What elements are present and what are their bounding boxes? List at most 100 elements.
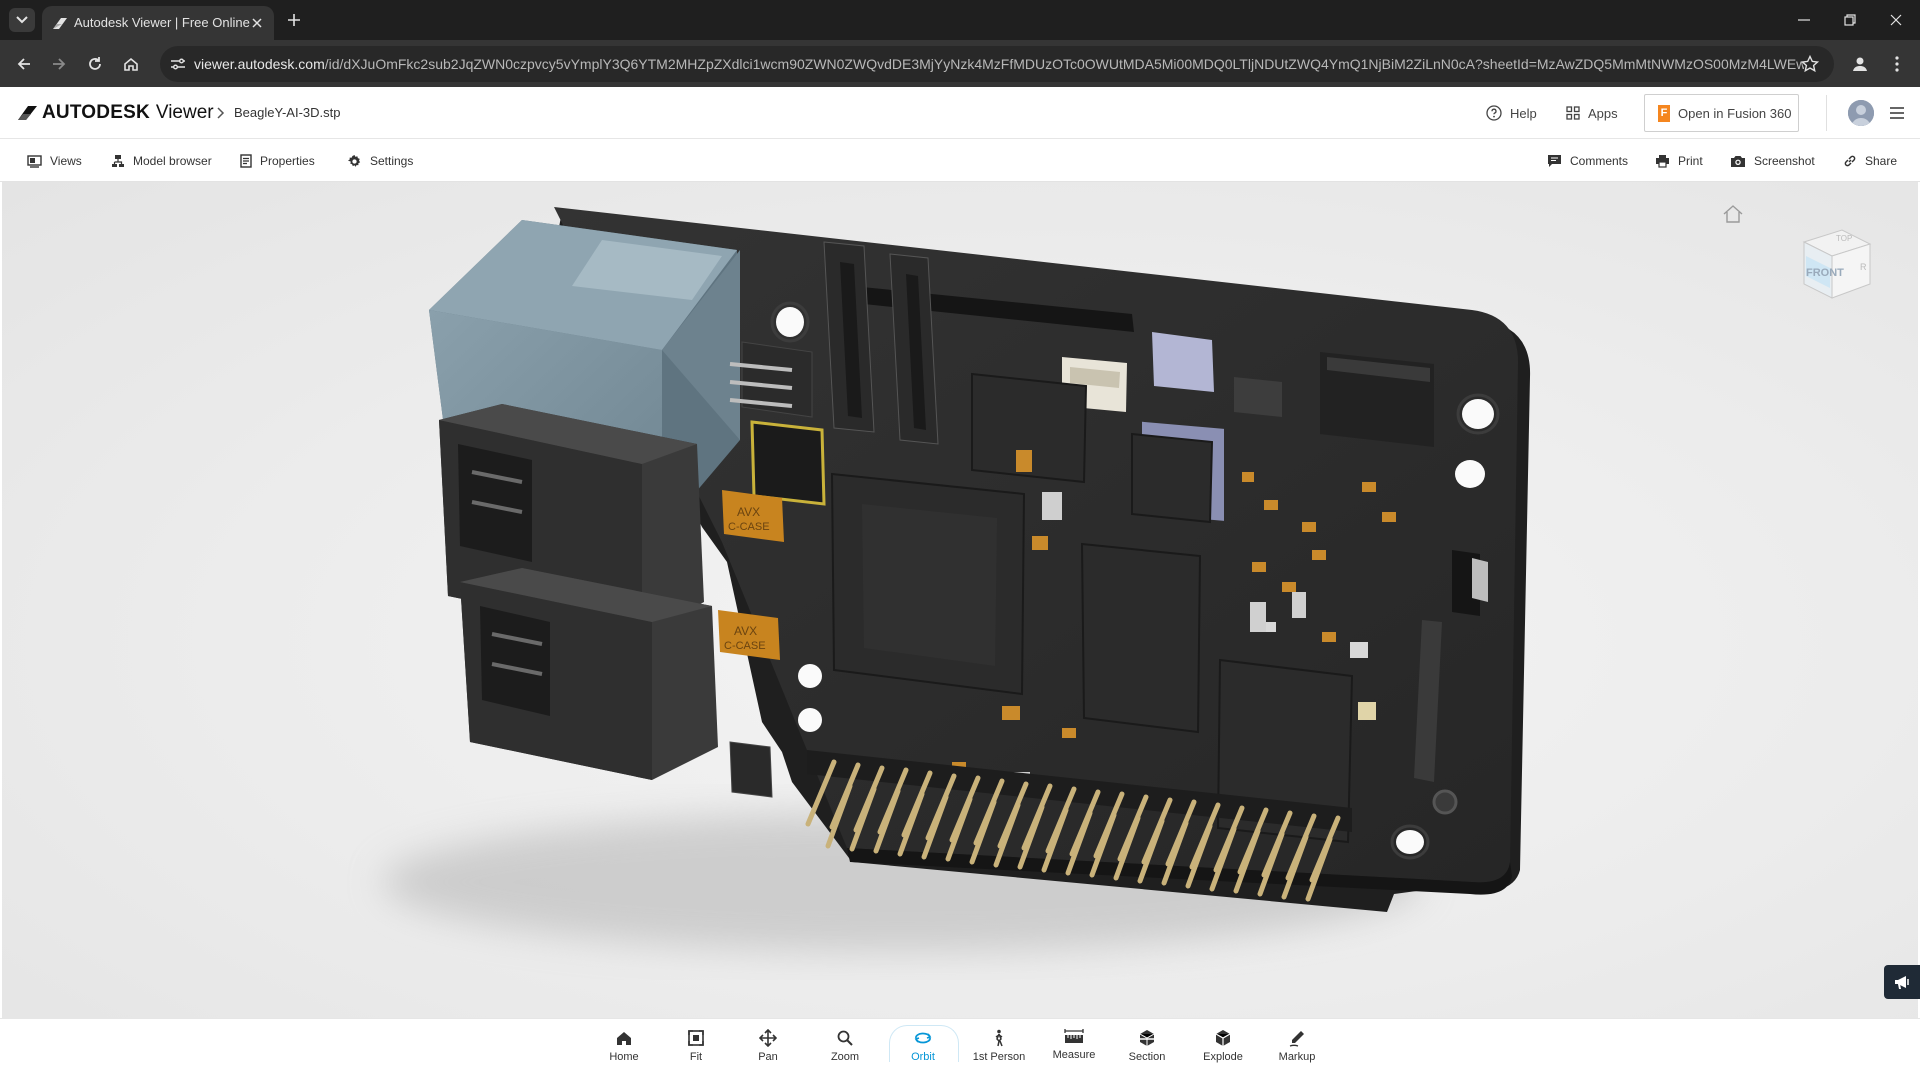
soc-processor-chip bbox=[830, 472, 1026, 696]
close-window-button[interactable] bbox=[1884, 8, 1908, 32]
screenshot-label: Screenshot bbox=[1754, 154, 1815, 168]
reload-button[interactable] bbox=[82, 51, 108, 77]
viewcube-front-label: FRONT bbox=[1806, 267, 1844, 279]
apps-grid-icon bbox=[1566, 106, 1580, 120]
ruler-icon bbox=[1064, 1029, 1084, 1043]
profile-button[interactable] bbox=[1847, 51, 1873, 77]
brand-name: AUTODESK bbox=[42, 102, 150, 123]
explode-icon bbox=[1215, 1030, 1231, 1046]
settings-button[interactable]: Settings bbox=[347, 150, 413, 172]
apps-button[interactable]: Apps bbox=[1566, 102, 1618, 124]
tool-pan[interactable]: Pan bbox=[733, 1019, 803, 1080]
tool-orbit[interactable]: Orbit bbox=[888, 1019, 959, 1080]
feedback-button[interactable] bbox=[1884, 965, 1920, 999]
tool-home[interactable]: Home bbox=[589, 1019, 659, 1080]
tab-close-button[interactable] bbox=[248, 14, 266, 32]
svg-text:AVX: AVX bbox=[734, 624, 757, 638]
tool-label: Pan bbox=[758, 1051, 778, 1063]
new-tab-button[interactable] bbox=[282, 9, 306, 31]
pen-icon bbox=[1289, 1031, 1304, 1047]
arrow-left-icon bbox=[17, 58, 30, 70]
pan-icon bbox=[759, 1029, 777, 1047]
wifi-module-chip bbox=[750, 420, 826, 506]
header-divider bbox=[1826, 95, 1827, 131]
star-icon bbox=[1801, 55, 1819, 73]
forward-button[interactable] bbox=[46, 51, 72, 77]
help-button[interactable]: Help bbox=[1486, 102, 1537, 124]
tool-label: Markup bbox=[1278, 1051, 1316, 1063]
user-avatar-icon bbox=[1848, 100, 1874, 126]
tab-search-button[interactable] bbox=[9, 8, 35, 32]
avx-capacitor-1: AVX C-CASE bbox=[722, 490, 784, 542]
url-text: viewer.autodesk.com/id/dXJuOmFkc2sub2JqZ… bbox=[194, 56, 1804, 72]
browser-tab-active[interactable]: Autodesk Viewer | Free Online File Viewe… bbox=[42, 6, 274, 40]
tune-icon bbox=[171, 58, 185, 70]
small-header bbox=[729, 341, 813, 418]
site-info-button[interactable] bbox=[166, 52, 190, 76]
properties-button[interactable]: Properties bbox=[240, 150, 315, 172]
address-bar[interactable]: viewer.autodesk.com/id/dXJuOmFkc2sub2JqZ… bbox=[160, 46, 1834, 82]
views-button[interactable]: Views bbox=[27, 150, 82, 172]
screenshot-button[interactable]: Screenshot bbox=[1730, 150, 1815, 172]
tool-label: Home bbox=[609, 1051, 639, 1063]
3d-viewport-canvas[interactable]: AVX C-CASE AVX C-CASE TOP FRONT R bbox=[2, 182, 1918, 1018]
brand-product: Viewer bbox=[155, 102, 214, 123]
chevron-down-icon bbox=[16, 16, 28, 24]
share-button[interactable]: Share bbox=[1843, 150, 1897, 172]
camera-icon bbox=[1731, 156, 1745, 167]
properties-label: Properties bbox=[260, 154, 315, 168]
properties-icon bbox=[240, 154, 252, 168]
tool-zoom[interactable]: Zoom bbox=[810, 1019, 880, 1080]
minimize-icon bbox=[1798, 19, 1810, 21]
tool-fit[interactable]: Fit bbox=[661, 1019, 731, 1080]
avx-capacitor-2: AVX C-CASE bbox=[718, 610, 780, 660]
autodesk-logo[interactable]: AUTODESK Viewer bbox=[18, 101, 214, 125]
back-button[interactable] bbox=[11, 51, 37, 77]
viewcube[interactable]: TOP FRONT R bbox=[1792, 220, 1882, 306]
main-menu-button[interactable] bbox=[1886, 102, 1908, 124]
viewcube-top-label: TOP bbox=[1836, 234, 1852, 243]
print-button[interactable]: Print bbox=[1655, 150, 1703, 172]
comment-icon bbox=[1548, 155, 1561, 167]
restore-window-button[interactable] bbox=[1838, 8, 1862, 32]
tool-explode[interactable]: Explode bbox=[1188, 1019, 1258, 1080]
open-in-fusion-button[interactable]: F Open in Fusion 360 bbox=[1644, 94, 1799, 132]
arrow-right-icon bbox=[53, 58, 66, 70]
walk-icon bbox=[995, 1029, 1003, 1047]
comments-button[interactable]: Comments bbox=[1547, 150, 1628, 172]
restore-icon bbox=[1844, 14, 1856, 26]
tool-first-person[interactable]: 1st Person bbox=[964, 1019, 1034, 1080]
person-icon bbox=[1853, 57, 1867, 71]
secondary-toolbar: Views Model browser Properties Settings … bbox=[0, 139, 1920, 182]
ethernet-phy-chip bbox=[1131, 432, 1214, 524]
tool-section[interactable]: Section bbox=[1112, 1019, 1182, 1080]
bookmark-button[interactable] bbox=[1798, 52, 1822, 76]
model-browser-button[interactable]: Model browser bbox=[111, 150, 212, 172]
fan-header bbox=[729, 741, 773, 798]
minimize-window-button[interactable] bbox=[1792, 8, 1816, 32]
tool-measure[interactable]: Measure bbox=[1039, 1019, 1109, 1080]
autodesk-logo-icon bbox=[18, 106, 37, 120]
browser-tab-bar: Autodesk Viewer | Free Online File Viewe… bbox=[0, 0, 1920, 40]
printer-icon bbox=[1656, 155, 1669, 168]
tool-label: Fit bbox=[689, 1051, 703, 1063]
browser-menu-button[interactable] bbox=[1884, 51, 1910, 77]
close-icon bbox=[252, 18, 262, 28]
gear-icon bbox=[347, 154, 361, 167]
tool-markup[interactable]: Markup bbox=[1262, 1019, 1332, 1080]
views-icon bbox=[27, 154, 42, 168]
views-label: Views bbox=[50, 154, 82, 168]
reload-icon bbox=[89, 57, 101, 70]
open-fusion-label: Open in Fusion 360 bbox=[1678, 105, 1792, 121]
autodesk-viewer-app: AUTODESK Viewer BeagleY-AI-3D.stp Help A… bbox=[0, 87, 1920, 1080]
megaphone-icon bbox=[1895, 976, 1909, 989]
tool-label: Orbit bbox=[911, 1051, 935, 1063]
home-icon bbox=[124, 57, 138, 71]
svg-text:C-CASE: C-CASE bbox=[728, 521, 770, 533]
plus-icon bbox=[288, 14, 300, 26]
home-view-icon[interactable] bbox=[1722, 204, 1744, 224]
home-button[interactable] bbox=[118, 51, 144, 77]
orbit-icon bbox=[914, 1032, 932, 1044]
tool-label: Measure bbox=[1052, 1049, 1096, 1061]
avatar[interactable] bbox=[1848, 100, 1874, 126]
